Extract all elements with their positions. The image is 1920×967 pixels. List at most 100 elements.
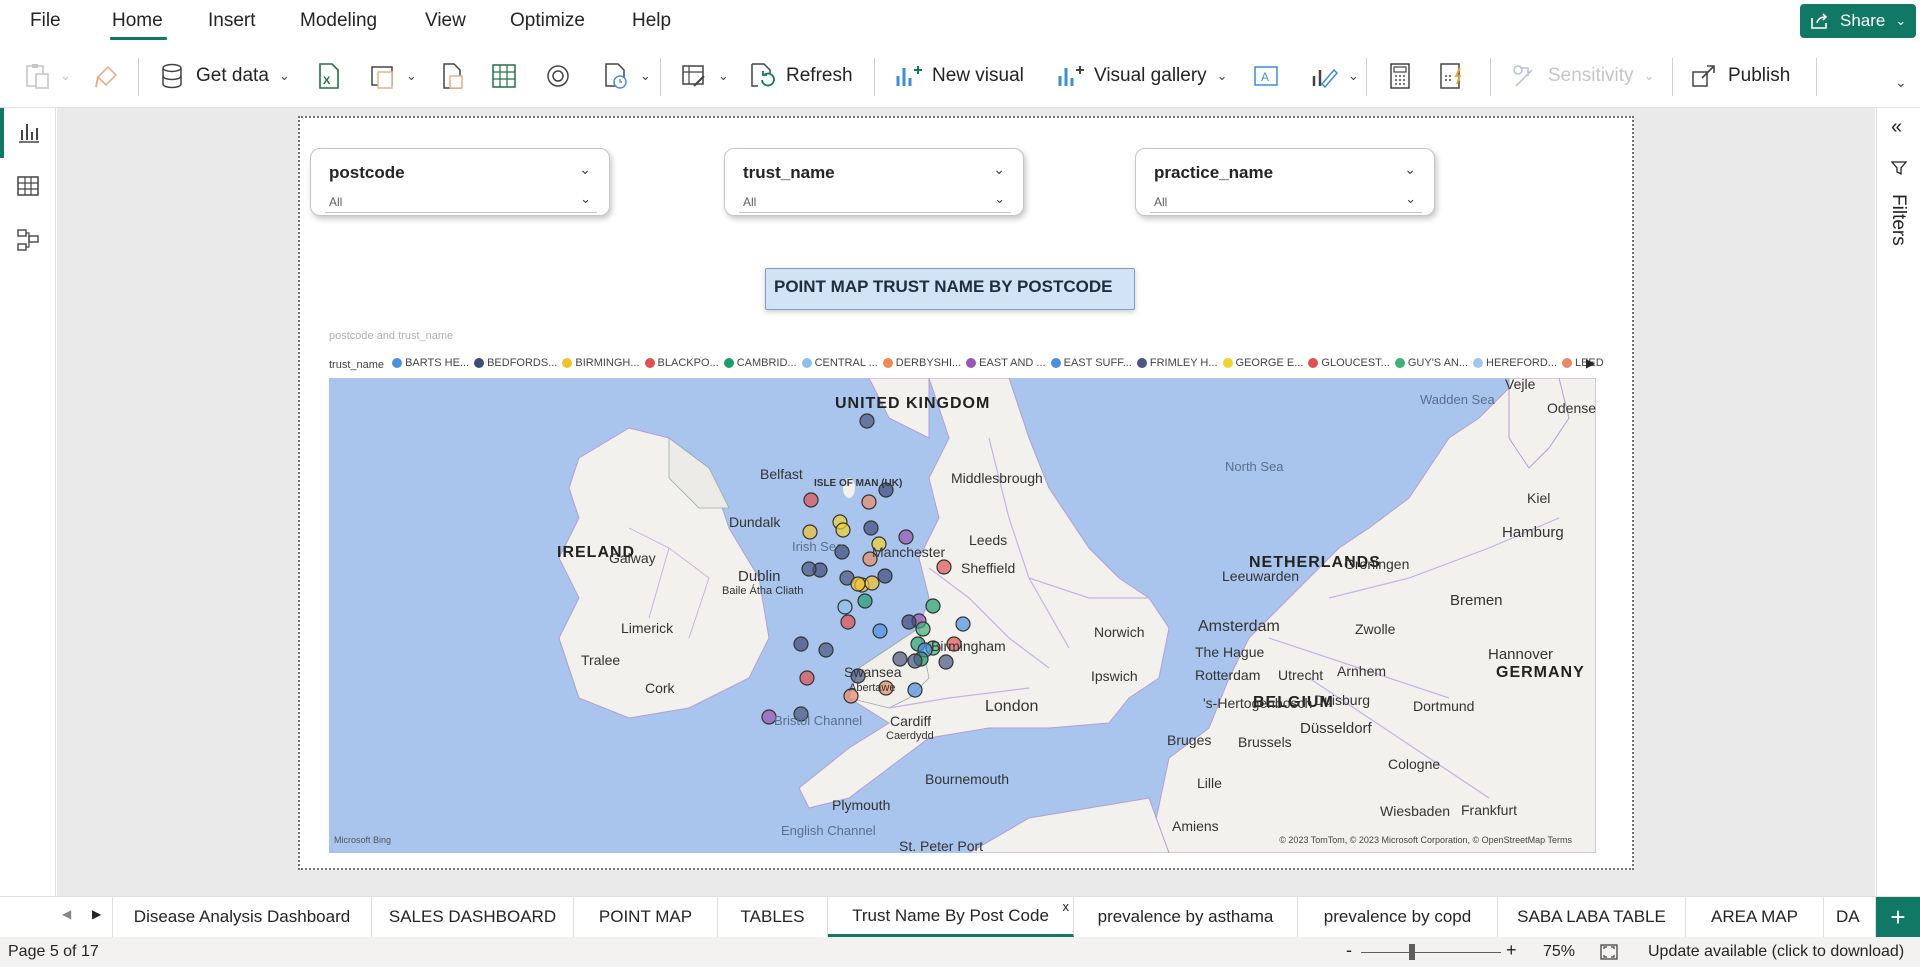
tab-disease-analysis[interactable]: Disease Analysis Dashboard <box>112 897 372 937</box>
share-button[interactable]: Share ⌄ <box>1800 4 1916 38</box>
map-point[interactable] <box>801 561 817 577</box>
map-point[interactable] <box>915 621 931 637</box>
tab-prev-icon[interactable]: ◀ <box>62 907 71 921</box>
slicer-practice-name[interactable]: practice_name ⌄ All ⌄ <box>1135 148 1435 216</box>
dataflow-button[interactable] <box>440 58 466 94</box>
expand-pane-icon[interactable]: « <box>1891 116 1902 139</box>
legend-item[interactable]: GLOUCEST... <box>1308 357 1390 369</box>
map-point[interactable] <box>938 654 954 670</box>
legend-item[interactable]: LEEDS TEA... <box>1561 357 1604 369</box>
map-point[interactable] <box>861 494 877 510</box>
menu-insert[interactable]: Insert <box>208 10 256 32</box>
excel-button[interactable]: X <box>316 58 342 94</box>
filters-label[interactable]: Filters <box>1887 194 1909 246</box>
paste-button[interactable]: ⌄ <box>24 58 71 94</box>
tab-saba-laba-table[interactable]: SABA LABA TABLE <box>1498 897 1686 937</box>
slicer-dropdown[interactable]: All ⌄ <box>739 191 1011 213</box>
map-point[interactable] <box>907 682 923 698</box>
zoom-slider-thumb[interactable] <box>1409 944 1415 960</box>
more-visuals-button[interactable]: ⌄ <box>1310 58 1359 94</box>
map-point[interactable] <box>799 670 815 686</box>
chevron-down-icon[interactable]: ⌄ <box>579 161 591 178</box>
map-visual[interactable]: UNITED KINGDOM IRELAND NETHERLANDS BELGI… <box>329 378 1596 853</box>
map-point[interactable] <box>898 529 914 545</box>
tab-truncated[interactable]: DA <box>1824 897 1876 937</box>
legend-item[interactable]: GUY'S AN... <box>1394 357 1468 369</box>
report-view-icon[interactable] <box>16 120 40 144</box>
recent-sources-button[interactable] <box>544 58 572 94</box>
map-point[interactable] <box>925 598 941 614</box>
map-point[interactable] <box>803 492 819 508</box>
map-point[interactable] <box>850 576 866 592</box>
menu-modeling[interactable]: Modeling <box>300 10 377 32</box>
update-notice[interactable]: Update available (click to download) <box>1648 943 1904 961</box>
refresh-button[interactable]: Refresh <box>748 58 853 94</box>
menu-optimize[interactable]: Optimize <box>510 10 585 32</box>
model-view-icon[interactable] <box>16 228 40 252</box>
legend-item[interactable]: DERBYSHI... <box>882 357 961 369</box>
new-measure-button[interactable] <box>1386 58 1414 94</box>
tab-prevalence-copd[interactable]: prevalence by copd <box>1298 897 1498 937</box>
legend-item[interactable]: EAST AND ... <box>966 357 1046 369</box>
format-painter-button[interactable] <box>94 58 120 94</box>
collapse-ribbon-icon[interactable]: ⌄ <box>1895 74 1907 91</box>
tab-trust-name-by-post-code[interactable]: Trust Name By Post Code x <box>828 897 1074 937</box>
menu-home[interactable]: Home <box>112 10 163 32</box>
visual-gallery-button[interactable]: Visual gallery ⌄ <box>1056 58 1228 94</box>
tab-tables[interactable]: TABLES <box>718 897 828 937</box>
map-point[interactable] <box>863 520 879 536</box>
legend-item[interactable]: EAST SUFF... <box>1050 357 1132 369</box>
map-attribution[interactable]: © 2023 TomTom, © 2023 Microsoft Corporat… <box>1279 835 1572 845</box>
tab-next-icon[interactable]: ▶ <box>92 907 101 921</box>
map-point[interactable] <box>864 575 880 591</box>
sensitivity-button[interactable]: Sensitivity ⌄ <box>1510 58 1654 94</box>
menu-view[interactable]: View <box>425 10 466 32</box>
chevron-down-icon[interactable]: ⌄ <box>1404 161 1416 178</box>
legend-item[interactable]: BARTS HE... <box>392 357 469 369</box>
legend-item[interactable]: BLACKPO... <box>644 357 719 369</box>
map-point[interactable] <box>857 593 873 609</box>
legend-item[interactable]: GEORGE E... <box>1222 357 1303 369</box>
map-point[interactable] <box>872 623 888 639</box>
tab-point-map[interactable]: POINT MAP <box>574 897 718 937</box>
map-point[interactable] <box>955 616 971 632</box>
slicer-trust-name[interactable]: trust_name ⌄ All ⌄ <box>724 148 1024 216</box>
menu-help[interactable]: Help <box>632 10 671 32</box>
fit-to-page-icon[interactable] <box>1600 944 1618 960</box>
tab-area-map[interactable]: AREA MAP <box>1686 897 1824 937</box>
map-point[interactable] <box>936 559 952 575</box>
legend-item[interactable]: FRIMLEY H... <box>1136 357 1218 369</box>
text-box-button[interactable]: A <box>1252 58 1280 94</box>
transform-button[interactable]: ⌄ <box>680 58 729 94</box>
map-point[interactable] <box>907 653 923 669</box>
legend-item[interactable]: CENTRAL ... <box>801 357 878 369</box>
legend-item[interactable]: CAMBRID... <box>723 357 797 369</box>
quick-measure-button[interactable] <box>1438 58 1466 94</box>
slicer-dropdown[interactable]: All ⌄ <box>325 191 597 213</box>
map-point[interactable] <box>835 522 851 538</box>
close-icon[interactable]: x <box>1063 899 1070 914</box>
slicer-dropdown[interactable]: All ⌄ <box>1150 191 1422 213</box>
legend-next-icon[interactable]: ▶ <box>1586 356 1595 370</box>
enter-data-button[interactable] <box>490 58 518 94</box>
recent-button[interactable]: ⌄ <box>602 58 651 94</box>
map-point[interactable] <box>859 413 875 429</box>
map-point[interactable] <box>840 614 856 630</box>
get-data-button[interactable]: Get data ⌄ <box>160 58 290 94</box>
zoom-in-icon[interactable]: + <box>1506 940 1517 961</box>
publish-button[interactable]: Publish <box>1690 58 1790 94</box>
table-view-icon[interactable] <box>16 174 40 198</box>
map-point[interactable] <box>901 614 917 630</box>
tab-sales-dashboard[interactable]: SALES DASHBOARD <box>372 897 574 937</box>
map-point[interactable] <box>802 524 818 540</box>
zoom-out-icon[interactable]: - <box>1346 940 1352 961</box>
menu-file[interactable]: File <box>30 10 61 32</box>
legend-item[interactable]: HEREFORD... <box>1473 357 1557 369</box>
new-visual-button[interactable]: New visual <box>894 58 1024 94</box>
map-point[interactable] <box>793 636 809 652</box>
tab-prevalence-asthama[interactable]: prevalence by asthama <box>1074 897 1298 937</box>
map-point[interactable] <box>837 599 853 615</box>
map-point[interactable] <box>818 642 834 658</box>
zoom-slider[interactable] <box>1361 952 1501 953</box>
chevron-down-icon[interactable]: ⌄ <box>993 161 1005 178</box>
